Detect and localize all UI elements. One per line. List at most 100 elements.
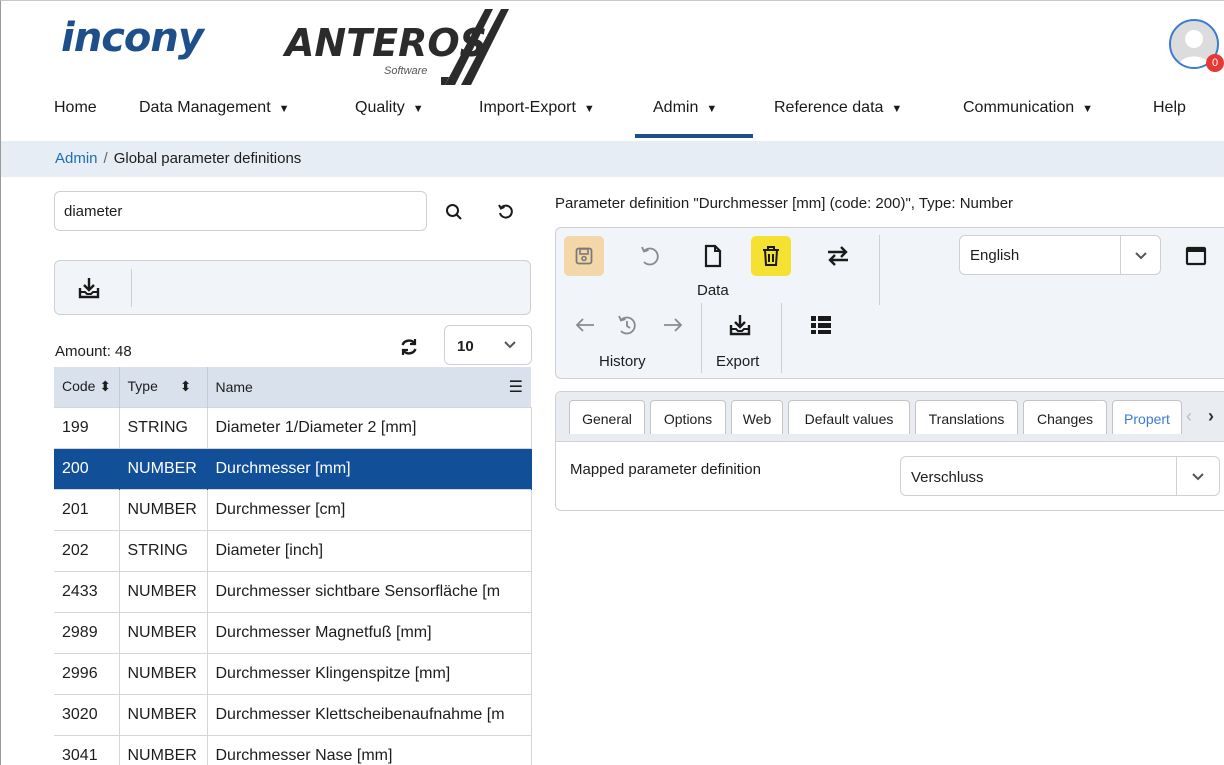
cell-name: Durchmesser Nase [mm] xyxy=(207,734,532,765)
nav-reference-data[interactable]: Reference data ▼ xyxy=(774,99,902,129)
table-row[interactable]: 2433 NUMBER Durchmesser sichtbare Sensorfl… xyxy=(54,570,532,612)
table-row[interactable]: 2996 NUMBER Durchmesser Klingenspitze [mm] xyxy=(54,652,532,694)
tab-scroll-right-icon[interactable]: › xyxy=(1208,406,1214,427)
cell-type: NUMBER xyxy=(119,693,208,735)
mapped-parameter-value: Verschluss xyxy=(911,469,984,486)
tab-general[interactable]: General xyxy=(569,400,645,434)
column-header-name-label: Name xyxy=(215,378,253,395)
breadcrumb-admin-link[interactable]: Admin xyxy=(55,150,98,167)
search-input-value: diameter xyxy=(64,203,123,220)
notification-badge[interactable]: 0 xyxy=(1206,54,1224,72)
back-button[interactable] xyxy=(565,305,605,345)
toolbar-divider xyxy=(879,235,880,305)
column-header-code[interactable]: Code ⬍ xyxy=(54,367,120,407)
table-row[interactable]: 2989 NUMBER Durchmesser Magnetfuß [mm] xyxy=(54,611,532,653)
tab-options[interactable]: Options xyxy=(650,400,726,434)
select-divider xyxy=(1120,236,1121,274)
reset-search-button[interactable] xyxy=(494,200,518,224)
page-size-value: 10 xyxy=(457,338,474,355)
list-view-button[interactable] xyxy=(801,305,841,345)
download-tray-icon xyxy=(78,278,100,299)
cell-name: Durchmesser Klettscheibenaufnahme [m xyxy=(207,693,532,735)
cell-name: Durchmesser sichtbare Sensorfläche [m xyxy=(207,570,532,612)
undo-button[interactable] xyxy=(630,236,670,276)
cell-code: 201 xyxy=(54,488,120,530)
cell-code: 2433 xyxy=(54,570,120,612)
tab-translations[interactable]: Translations xyxy=(915,400,1018,434)
cell-name: Durchmesser [mm] xyxy=(207,447,532,489)
switch-button[interactable] xyxy=(818,236,858,276)
table-row-selected[interactable]: 200 NUMBER Durchmesser [mm] xyxy=(54,447,532,489)
tab-bar: General Options Web Default values Trans… xyxy=(556,392,1224,442)
caret-down-icon: ▼ xyxy=(412,103,424,115)
breadcrumb-current: Global parameter definitions xyxy=(113,150,302,167)
refresh-button[interactable] xyxy=(397,335,421,359)
nav-communication[interactable]: Communication ▼ xyxy=(963,99,1093,129)
nav-help[interactable]: Help xyxy=(1153,99,1186,129)
page-size-select[interactable]: 10 xyxy=(444,325,532,365)
cell-type: NUMBER xyxy=(119,447,208,489)
save-icon xyxy=(575,247,593,265)
export-button[interactable] xyxy=(720,305,760,345)
download-tray-icon xyxy=(729,315,751,336)
breadcrumb-separator: / xyxy=(103,150,108,167)
mapped-parameter-label: Mapped parameter definition xyxy=(570,461,761,478)
table-row[interactable]: 202 STRING Diameter [inch] xyxy=(54,529,532,571)
cell-code: 3020 xyxy=(54,693,120,735)
mapped-parameter-select[interactable]: Verschluss xyxy=(900,456,1220,496)
column-header-name[interactable]: Name ☰ xyxy=(207,367,531,407)
nav-admin-label: Admin xyxy=(653,99,699,116)
history-icon xyxy=(618,315,636,335)
search-button[interactable] xyxy=(442,200,466,224)
header: incony ANTEROS Software 0 xyxy=(1,1,1224,89)
nav-quality[interactable]: Quality ▼ xyxy=(355,99,424,129)
export-list-button[interactable] xyxy=(73,273,105,303)
cell-type: STRING xyxy=(119,529,208,571)
tab-default-values[interactable]: Default values xyxy=(788,400,910,434)
cell-name: Durchmesser [cm] xyxy=(207,488,532,530)
column-menu-icon[interactable]: ☰ xyxy=(509,377,523,397)
app-window: incony ANTEROS Software 0 Home Data Mana… xyxy=(0,0,1224,765)
breadcrumb: Admin / Global parameter definitions xyxy=(1,141,1224,177)
search-icon xyxy=(446,204,462,220)
nav-data-management-label: Data Management xyxy=(139,99,271,116)
nav-admin[interactable]: Admin ▼ xyxy=(653,99,717,129)
undo-icon xyxy=(641,246,659,266)
table-row[interactable]: 3041 NUMBER Durchmesser Nase [mm] xyxy=(54,734,532,765)
table-row[interactable]: 201 NUMBER Durchmesser [cm] xyxy=(54,488,532,530)
file-icon xyxy=(704,244,722,268)
language-select[interactable]: English xyxy=(959,235,1161,275)
language-value: English xyxy=(970,247,1020,264)
search-input[interactable]: diameter xyxy=(54,191,427,231)
save-button[interactable] xyxy=(564,236,604,276)
table-row[interactable]: 199 STRING Diameter 1/Diameter 2 [mm] xyxy=(54,406,532,448)
chevron-down-icon xyxy=(1135,252,1147,260)
parameter-table: Code ⬍ Type ⬍ Name ☰ 199 STRING Diameter 1/… xyxy=(54,367,532,765)
tab-changes[interactable]: Changes xyxy=(1023,400,1107,434)
window-toggle-button[interactable] xyxy=(1176,236,1216,276)
tab-web[interactable]: Web xyxy=(731,400,783,434)
delete-button[interactable] xyxy=(751,236,791,276)
nav-home[interactable]: Home xyxy=(54,99,97,129)
cell-name: Diameter 1/Diameter 2 [mm] xyxy=(207,406,532,448)
swap-arrows-icon xyxy=(828,246,848,266)
list-icon xyxy=(811,316,831,334)
table-row[interactable]: 3020 NUMBER Durchmesser Klettscheibenaufna… xyxy=(54,693,532,735)
tab-properties[interactable]: Propert xyxy=(1112,400,1182,434)
nav-import-export[interactable]: Import-Export ▼ xyxy=(479,99,595,129)
trash-icon xyxy=(763,246,779,266)
new-button[interactable] xyxy=(693,236,733,276)
table-header: Code ⬍ Type ⬍ Name ☰ xyxy=(54,367,531,407)
column-header-type[interactable]: Type ⬍ xyxy=(119,367,208,407)
nav-data-management[interactable]: Data Management ▼ xyxy=(139,99,290,129)
column-header-code-label: Code xyxy=(62,378,96,395)
forward-button[interactable] xyxy=(653,305,693,345)
amount-label: Amount: 48 xyxy=(55,343,132,360)
tab-scroll-left-icon[interactable]: ‹ xyxy=(1186,406,1192,427)
toolbar-divider xyxy=(701,303,702,373)
incony-logo[interactable]: incony xyxy=(61,15,204,61)
cell-code: 2989 xyxy=(54,611,120,653)
nav-active-indicator xyxy=(635,134,753,138)
cell-code: 3041 xyxy=(54,734,120,765)
history-button[interactable] xyxy=(607,305,647,345)
